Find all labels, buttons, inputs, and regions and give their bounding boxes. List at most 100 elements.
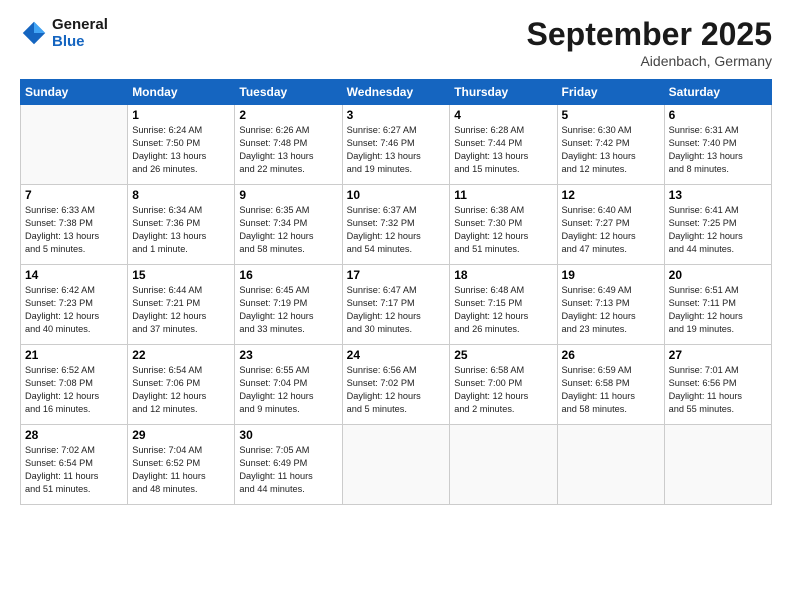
day-info: Sunrise: 6:52 AM Sunset: 7:08 PM Dayligh… <box>25 364 123 416</box>
col-friday: Friday <box>557 80 664 105</box>
col-thursday: Thursday <box>450 80 557 105</box>
calendar-cell: 28 Sunrise: 7:02 AM Sunset: 6:54 PM Dayli… <box>21 425 128 505</box>
day-info: Sunrise: 6:49 AM Sunset: 7:13 PM Dayligh… <box>562 284 660 336</box>
calendar-cell: 22 Sunrise: 6:54 AM Sunset: 7:06 PM Dayli… <box>128 345 235 425</box>
calendar-cell: 27Sunrise: 7:01 AM Sunset: 6:56 PM Dayli… <box>664 345 771 425</box>
calendar-cell: 17 Sunrise: 6:47 AM Sunset: 7:17 PM Dayli… <box>342 265 450 345</box>
calendar-cell: 26 Sunrise: 6:59 AM Sunset: 6:58 PM Dayli… <box>557 345 664 425</box>
day-number: 22 <box>132 348 230 362</box>
day-info: Sunrise: 6:47 AM Sunset: 7:17 PM Dayligh… <box>347 284 446 336</box>
day-info: Sunrise: 6:58 AM Sunset: 7:00 PM Dayligh… <box>454 364 552 416</box>
day-info: Sunrise: 7:04 AM Sunset: 6:52 PM Dayligh… <box>132 444 230 496</box>
calendar-cell: 2 Sunrise: 6:26 AM Sunset: 7:48 PM Daylig… <box>235 105 342 185</box>
day-info: Sunrise: 6:24 AM Sunset: 7:50 PM Dayligh… <box>132 124 230 176</box>
calendar-cell: 20 Sunrise: 6:51 AM Sunset: 7:11 PM Dayli… <box>664 265 771 345</box>
calendar-cell: 13 Sunrise: 6:41 AM Sunset: 7:25 PM Dayli… <box>664 185 771 265</box>
calendar-cell: 9Sunrise: 6:35 AM Sunset: 7:34 PM Daylig… <box>235 185 342 265</box>
calendar-week-4: 21 Sunrise: 6:52 AM Sunset: 7:08 PM Dayli… <box>21 345 772 425</box>
day-info: Sunrise: 6:38 AM Sunset: 7:30 PM Dayligh… <box>454 204 552 256</box>
calendar-cell: 23 Sunrise: 6:55 AM Sunset: 7:04 PM Dayli… <box>235 345 342 425</box>
col-sunday: Sunday <box>21 80 128 105</box>
calendar-cell: 25 Sunrise: 6:58 AM Sunset: 7:00 PM Dayli… <box>450 345 557 425</box>
calendar-cell: 29 Sunrise: 7:04 AM Sunset: 6:52 PM Dayli… <box>128 425 235 505</box>
calendar-cell <box>557 425 664 505</box>
day-number: 17 <box>347 268 446 282</box>
day-number: 8 <box>132 188 230 202</box>
calendar-cell: 30Sunrise: 7:05 AM Sunset: 6:49 PM Dayli… <box>235 425 342 505</box>
day-number: 3 <box>347 108 446 122</box>
calendar-cell <box>450 425 557 505</box>
calendar-cell <box>342 425 450 505</box>
day-info: Sunrise: 7:05 AM Sunset: 6:49 PM Dayligh… <box>239 444 337 496</box>
day-number: 7 <box>25 188 123 202</box>
day-info: Sunrise: 6:33 AM Sunset: 7:38 PM Dayligh… <box>25 204 123 256</box>
day-info: Sunrise: 6:26 AM Sunset: 7:48 PM Dayligh… <box>239 124 337 176</box>
col-wednesday: Wednesday <box>342 80 450 105</box>
day-info: Sunrise: 6:31 AM Sunset: 7:40 PM Dayligh… <box>669 124 767 176</box>
day-info: Sunrise: 7:01 AM Sunset: 6:56 PM Dayligh… <box>669 364 767 416</box>
day-number: 28 <box>25 428 123 442</box>
day-number: 18 <box>454 268 552 282</box>
day-number: 16 <box>239 268 337 282</box>
day-number: 6 <box>669 108 767 122</box>
day-number: 25 <box>454 348 552 362</box>
calendar-cell: 6 Sunrise: 6:31 AM Sunset: 7:40 PM Daylig… <box>664 105 771 185</box>
day-number: 4 <box>454 108 552 122</box>
day-info: Sunrise: 7:02 AM Sunset: 6:54 PM Dayligh… <box>25 444 123 496</box>
calendar-table: Sunday Monday Tuesday Wednesday Thursday… <box>20 79 772 505</box>
day-number: 11 <box>454 188 552 202</box>
logo-text: General Blue <box>52 16 108 50</box>
day-info: Sunrise: 6:35 AM Sunset: 7:34 PM Dayligh… <box>239 204 337 256</box>
calendar-cell: 11 Sunrise: 6:38 AM Sunset: 7:30 PM Dayli… <box>450 185 557 265</box>
day-info: Sunrise: 6:56 AM Sunset: 7:02 PM Dayligh… <box>347 364 446 416</box>
day-number: 2 <box>239 108 337 122</box>
calendar-cell: 10 Sunrise: 6:37 AM Sunset: 7:32 PM Dayli… <box>342 185 450 265</box>
day-number: 19 <box>562 268 660 282</box>
day-info: Sunrise: 6:30 AM Sunset: 7:42 PM Dayligh… <box>562 124 660 176</box>
day-number: 23 <box>239 348 337 362</box>
calendar-cell <box>664 425 771 505</box>
day-info: Sunrise: 6:42 AM Sunset: 7:23 PM Dayligh… <box>25 284 123 336</box>
day-info: Sunrise: 6:59 AM Sunset: 6:58 PM Dayligh… <box>562 364 660 416</box>
day-info: Sunrise: 6:27 AM Sunset: 7:46 PM Dayligh… <box>347 124 446 176</box>
day-info: Sunrise: 6:54 AM Sunset: 7:06 PM Dayligh… <box>132 364 230 416</box>
day-info: Sunrise: 6:45 AM Sunset: 7:19 PM Dayligh… <box>239 284 337 336</box>
day-info: Sunrise: 6:51 AM Sunset: 7:11 PM Dayligh… <box>669 284 767 336</box>
day-info: Sunrise: 6:44 AM Sunset: 7:21 PM Dayligh… <box>132 284 230 336</box>
calendar-cell: 15Sunrise: 6:44 AM Sunset: 7:21 PM Dayli… <box>128 265 235 345</box>
day-number: 29 <box>132 428 230 442</box>
calendar-cell: 12Sunrise: 6:40 AM Sunset: 7:27 PM Dayli… <box>557 185 664 265</box>
header: General Blue September 2025 Aidenbach, G… <box>20 16 772 69</box>
calendar-cell: 14 Sunrise: 6:42 AM Sunset: 7:23 PM Dayli… <box>21 265 128 345</box>
logo: General Blue <box>20 16 108 50</box>
calendar-cell: 19 Sunrise: 6:49 AM Sunset: 7:13 PM Dayli… <box>557 265 664 345</box>
calendar-body: 1 Sunrise: 6:24 AM Sunset: 7:50 PM Daylig… <box>21 105 772 505</box>
calendar-cell: 3 Sunrise: 6:27 AM Sunset: 7:46 PM Daylig… <box>342 105 450 185</box>
page: General Blue September 2025 Aidenbach, G… <box>0 0 792 612</box>
calendar-week-5: 28 Sunrise: 7:02 AM Sunset: 6:54 PM Dayli… <box>21 425 772 505</box>
calendar-header-row: Sunday Monday Tuesday Wednesday Thursday… <box>21 80 772 105</box>
day-number: 26 <box>562 348 660 362</box>
day-number: 14 <box>25 268 123 282</box>
calendar-week-3: 14 Sunrise: 6:42 AM Sunset: 7:23 PM Dayli… <box>21 265 772 345</box>
calendar-cell: 16 Sunrise: 6:45 AM Sunset: 7:19 PM Dayli… <box>235 265 342 345</box>
calendar-cell: 1 Sunrise: 6:24 AM Sunset: 7:50 PM Daylig… <box>128 105 235 185</box>
day-number: 10 <box>347 188 446 202</box>
day-number: 12 <box>562 188 660 202</box>
day-number: 1 <box>132 108 230 122</box>
day-number: 24 <box>347 348 446 362</box>
calendar-cell: 4Sunrise: 6:28 AM Sunset: 7:44 PM Daylig… <box>450 105 557 185</box>
day-number: 13 <box>669 188 767 202</box>
day-number: 20 <box>669 268 767 282</box>
day-info: Sunrise: 6:48 AM Sunset: 7:15 PM Dayligh… <box>454 284 552 336</box>
day-info: Sunrise: 6:41 AM Sunset: 7:25 PM Dayligh… <box>669 204 767 256</box>
day-number: 5 <box>562 108 660 122</box>
calendar-cell <box>21 105 128 185</box>
calendar-week-1: 1 Sunrise: 6:24 AM Sunset: 7:50 PM Daylig… <box>21 105 772 185</box>
calendar-cell: 18 Sunrise: 6:48 AM Sunset: 7:15 PM Dayli… <box>450 265 557 345</box>
calendar-cell: 7 Sunrise: 6:33 AM Sunset: 7:38 PM Daylig… <box>21 185 128 265</box>
day-info: Sunrise: 6:55 AM Sunset: 7:04 PM Dayligh… <box>239 364 337 416</box>
day-info: Sunrise: 6:37 AM Sunset: 7:32 PM Dayligh… <box>347 204 446 256</box>
logo-icon <box>20 19 48 47</box>
day-number: 21 <box>25 348 123 362</box>
